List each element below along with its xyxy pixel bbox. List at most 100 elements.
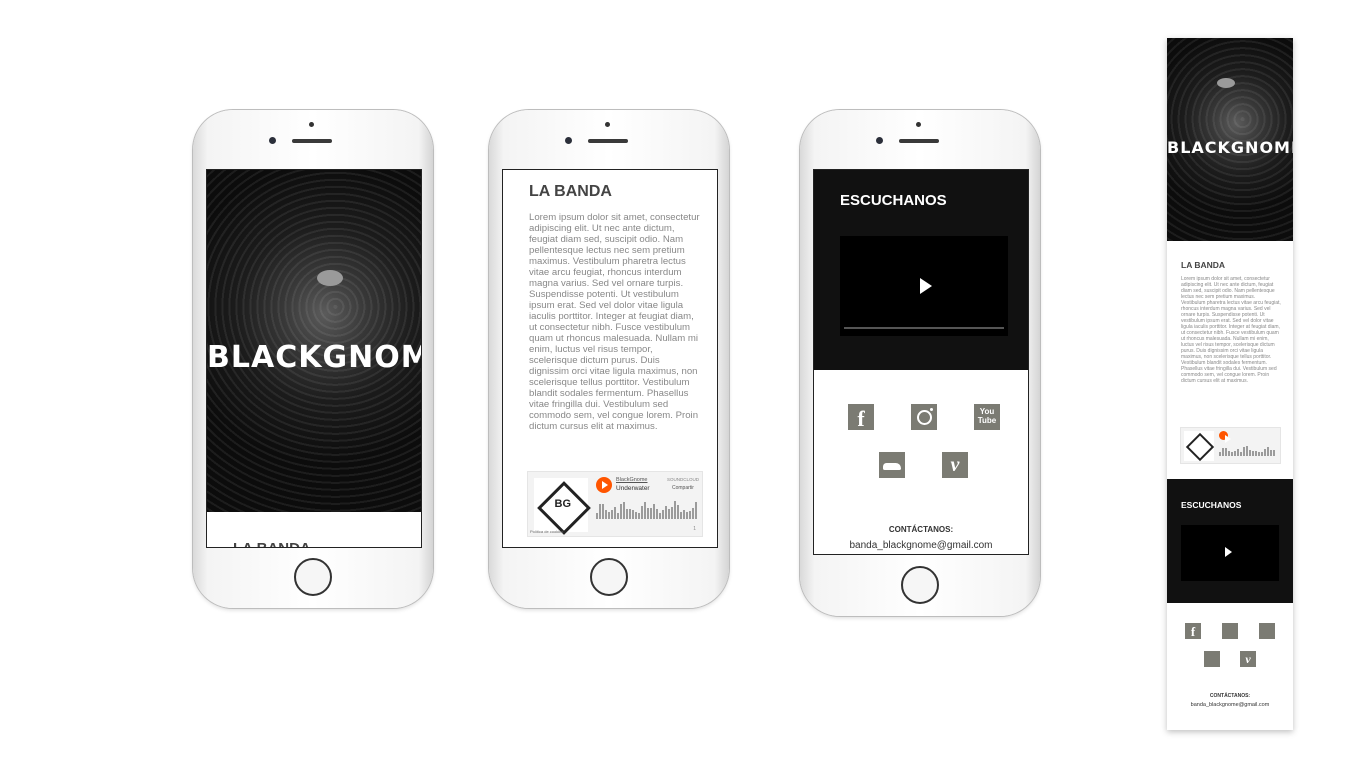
waveform-bar	[605, 510, 607, 519]
play-icon[interactable]	[596, 477, 612, 493]
waveform-bar	[1234, 451, 1236, 456]
waveform-bar	[674, 501, 676, 519]
waveform-bar	[641, 506, 643, 519]
waveform-bar	[671, 507, 673, 519]
video-play-icon[interactable]	[920, 278, 932, 294]
soundcloud-player[interactable]: BG BlackGnome Underwater SOUNDCLOUD Comp…	[527, 471, 703, 537]
band-logo: BLACKGNOME	[1167, 138, 1293, 157]
earpiece	[588, 139, 628, 143]
waveform-bar	[1249, 450, 1251, 456]
home-button	[294, 558, 332, 596]
waveform-bar	[650, 508, 652, 519]
video-progress-bar[interactable]	[844, 327, 1004, 329]
waveform-bar	[656, 509, 658, 519]
soundcloud-icon[interactable]	[1204, 651, 1220, 667]
band-description: Lorem ipsum dolor sit amet, consectetur …	[1181, 276, 1281, 384]
waveform-bar	[1267, 447, 1269, 456]
contact-email[interactable]: banda_blackgnome@gmail.com	[814, 540, 1028, 551]
waveform-bar	[1222, 448, 1224, 456]
waveform-bar	[668, 509, 670, 519]
front-camera	[876, 137, 883, 144]
listen-section: ESCUCHANOS	[814, 170, 1028, 370]
soundcloud-icon[interactable]	[879, 452, 905, 478]
waveform-bar	[1225, 448, 1227, 456]
album-cover: BG	[534, 478, 591, 535]
waveform-bar	[617, 513, 619, 519]
waveform-bar	[635, 512, 637, 519]
front-sensor	[309, 122, 314, 127]
phone-mockup-band: LA BANDA Lorem ipsum dolor sit amet, con…	[489, 110, 729, 608]
facebook-icon[interactable]: f	[1185, 623, 1201, 639]
facebook-icon[interactable]: f	[848, 404, 874, 431]
waveform-bar	[1273, 450, 1275, 456]
soundcloud-player[interactable]	[1180, 427, 1281, 464]
album-cover	[1184, 431, 1215, 462]
section-title: LA BANDA	[529, 183, 612, 200]
video-play-icon[interactable]	[1225, 547, 1232, 557]
waveform-bar	[596, 513, 598, 519]
section-title-peek: LA BANDA	[233, 540, 311, 547]
waveform-bar	[1270, 450, 1272, 456]
contact-email[interactable]: banda_blackgnome@gmail.com	[1167, 702, 1293, 708]
instagram-icon[interactable]	[911, 404, 937, 430]
section-title: ESCUCHANOS	[840, 192, 947, 209]
waveform-bar	[653, 504, 655, 519]
play-icon[interactable]	[1219, 431, 1231, 443]
vimeo-icon[interactable]: v	[1240, 651, 1256, 667]
video-player[interactable]	[840, 236, 1008, 336]
home-button	[901, 566, 939, 604]
waveform-bar	[662, 510, 664, 519]
section-title: LA BANDA	[1181, 260, 1226, 270]
play-count: 1	[693, 526, 696, 532]
waveform-bar	[1246, 446, 1248, 456]
instagram-icon[interactable]	[1222, 623, 1238, 639]
front-camera	[269, 137, 276, 144]
full-page-preview: BLACKGNOME LA BANDA Lorem ipsum dolor si…	[1167, 38, 1293, 730]
waveform-bar	[677, 505, 679, 519]
waveform-bar	[623, 502, 625, 519]
waveform-bar	[1255, 451, 1257, 456]
waveform-bar	[1258, 452, 1260, 456]
waveform-bar	[692, 508, 694, 519]
phone-screen: LA BANDA Lorem ipsum dolor sit amet, con…	[502, 169, 718, 548]
waveform-bar	[620, 504, 622, 519]
youtube-icon[interactable]: You Tube	[974, 404, 1000, 430]
waveform-bar	[614, 507, 616, 519]
vimeo-icon[interactable]: v	[942, 452, 968, 478]
waveform-bar	[1264, 449, 1266, 456]
section-title: ESCUCHANOS	[1181, 500, 1242, 510]
front-camera	[565, 137, 572, 144]
waveform[interactable]	[596, 501, 698, 519]
waveform-bar	[632, 510, 634, 519]
phone-screen: ESCUCHANOS f You Tube v CONTÁCTANOS: ban…	[813, 169, 1029, 555]
waveform-bar	[599, 504, 601, 519]
band-logo: BLACKGNOME	[207, 340, 421, 375]
soundcloud-label: SOUNDCLOUD	[667, 477, 700, 482]
phone-mockup-home: BLACKGNOME LA BANDA	[193, 110, 433, 608]
youtube-icon[interactable]	[1259, 623, 1275, 639]
hero-artwork: BLACKGNOME	[1167, 38, 1293, 241]
waveform-bar	[695, 502, 697, 519]
waveform-bar	[1219, 452, 1221, 456]
waveform-bar	[608, 512, 610, 519]
cookie-policy-link[interactable]: Política de cookies	[530, 529, 563, 534]
waveform-bar	[689, 511, 691, 519]
waveform-bar	[644, 502, 646, 519]
front-sensor	[916, 122, 921, 127]
artist-name[interactable]: BlackGnome	[616, 477, 648, 483]
waveform-bar	[1243, 447, 1245, 456]
waveform-bar	[647, 508, 649, 519]
waveform-bar	[611, 510, 613, 519]
video-player[interactable]	[1181, 525, 1279, 581]
band-description: Lorem ipsum dolor sit amet, consectetur …	[529, 212, 700, 432]
front-sensor	[605, 122, 610, 127]
waveform[interactable]	[1219, 446, 1277, 456]
waveform-bar	[1228, 451, 1230, 456]
home-button	[590, 558, 628, 596]
waveform-bar	[638, 513, 640, 519]
cover-logo	[1185, 432, 1215, 462]
waveform-bar	[1237, 449, 1239, 456]
track-name[interactable]: Underwater	[616, 485, 650, 492]
share-button[interactable]: Compartir	[672, 485, 694, 491]
skull-eye	[1217, 78, 1235, 88]
